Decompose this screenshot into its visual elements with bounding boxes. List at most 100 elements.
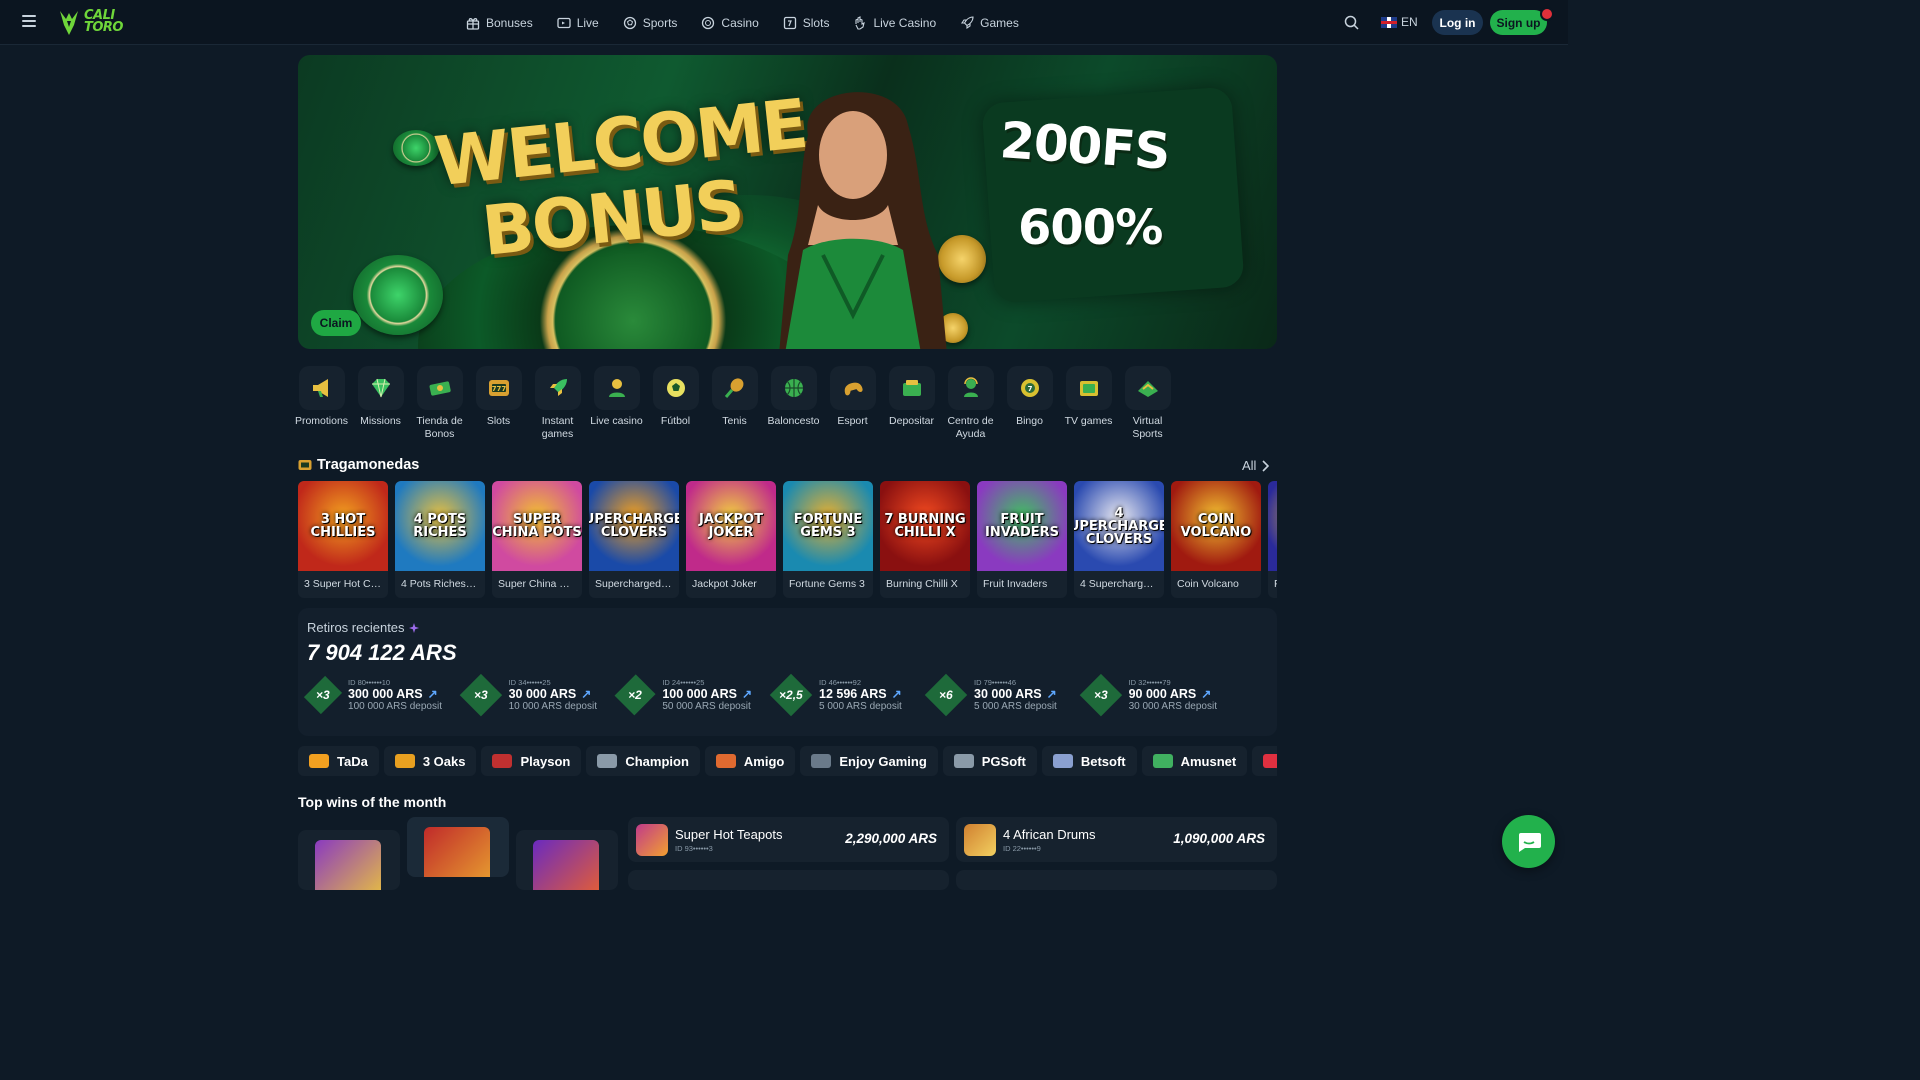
welcome-bonus-banner[interactable]: WELCOME BONUS 200FS 600% (298, 55, 1277, 349)
withdrawal-item: ×3 ID 34••••••25 30 000 ARS ↗ 10 000 ARS dep… (459, 673, 597, 717)
category-missions[interactable]: Missions (357, 366, 404, 441)
arrow-up-right-icon: ↗ (427, 687, 438, 701)
basketball-icon (784, 379, 803, 397)
category-slots[interactable]: 777 Slots (475, 366, 522, 441)
rocket-icon (961, 15, 974, 29)
game-thumbnail: FORTUNE GEMS 3 (783, 481, 873, 571)
provider-chip[interactable]: PGSoft (942, 746, 1037, 776)
game-card[interactable]: JACKPOT JOKER Jackpot Joker (686, 481, 776, 598)
category-instant-games[interactable]: Instant games (534, 366, 581, 441)
category-row: Promotions Missions Tienda de Bonos 777 S… (295, 366, 1171, 441)
slots-all-link[interactable]: All (1242, 458, 1270, 473)
tennis-racket-icon (724, 378, 743, 398)
category-esport[interactable]: Esport (829, 366, 876, 441)
nav-live-casino[interactable]: Live Casino (853, 16, 936, 30)
game-name: Supercharged C... (595, 578, 679, 590)
sparkle-icon (408, 622, 419, 633)
nav-casino[interactable]: Casino (701, 16, 759, 30)
nav-slots[interactable]: Slots (783, 16, 829, 30)
game-card[interactable]: SUPERCHARGED CLOVERS Supercharged C... (589, 481, 679, 598)
game-thumbnail: SUPER CHINA POTS (492, 481, 582, 571)
top-win-row[interactable]: 4 African Drums ID 22••••••9 1,090,000 AR… (956, 817, 1277, 862)
wallet-icon (902, 380, 921, 396)
nav-live[interactable]: Live (557, 16, 599, 30)
category-label: Fútbol (660, 415, 691, 427)
top-win-card[interactable] (516, 830, 618, 890)
category-futbol[interactable]: Fútbol (652, 366, 699, 441)
nav-games[interactable]: Games (960, 16, 1019, 30)
provider-logo-icon (715, 754, 736, 768)
game-thumbnail: 4 SUPERCHARGED CLOVERS (1074, 481, 1164, 571)
menu-icon[interactable] (22, 15, 36, 29)
category-depositar[interactable]: Depositar (888, 366, 935, 441)
provider-logo-icon (811, 754, 832, 768)
top-win-card[interactable] (407, 817, 509, 877)
provider-chip[interactable]: Enjoy Gaming (800, 746, 938, 776)
game-card[interactable]: SUPER CHINA POTS Super China Pots (492, 481, 582, 598)
provider-chip[interactable]: Playson (481, 746, 582, 776)
category-centro-de-ayuda[interactable]: Centro de Ayuda (947, 366, 994, 441)
game-thumbnail: 3 HOT CHILLIES (298, 481, 388, 571)
category-label: Esport (837, 415, 868, 427)
game-name: Fruit Invaders (983, 578, 1048, 590)
multiplier-badge: ×2,5 (769, 673, 813, 717)
provider-logo-icon (1263, 754, 1277, 768)
game-card[interactable]: F (1268, 481, 1277, 598)
chat-support-button[interactable] (1502, 815, 1555, 868)
category-bingo[interactable]: 7 Bingo (1006, 366, 1053, 441)
game-thumbnail: 7 BURNING CHILLI X (880, 481, 970, 571)
top-win-row[interactable]: Super Hot Teapots ID 93••••••3 2,290,000 … (628, 817, 949, 862)
category-baloncesto[interactable]: Baloncesto (768, 366, 819, 441)
claim-button[interactable]: Claim (311, 310, 361, 336)
main-nav: Bonuses Live Sports Casino Slots Live Ca… (466, 0, 1019, 45)
game-card[interactable]: 4 SUPERCHARGED CLOVERS 4 Supercharged... (1074, 481, 1164, 598)
multiplier-badge: ×3 (303, 675, 343, 715)
game-card[interactable]: 3 HOT CHILLIES 3 Super Hot Chi... (298, 481, 388, 598)
category-tienda-de-bonos[interactable]: Tienda de Bonos (416, 366, 463, 441)
search-icon[interactable] (1344, 15, 1359, 30)
game-thumbnail-title: JACKPOT JOKER (699, 512, 763, 540)
nav-sports[interactable]: Sports (623, 16, 677, 30)
withdrawal-deposit: 50 000 ARS deposit (662, 701, 751, 712)
language-selector[interactable]: EN (1381, 15, 1418, 29)
login-button[interactable]: Log in (1432, 10, 1483, 35)
provider-chip[interactable]: Amusnet (1141, 746, 1248, 776)
game-card[interactable]: 4 POTS RICHES 4 Pots Riches: ... (395, 481, 485, 598)
site-logo[interactable]: CALI TORO (58, 7, 123, 37)
top-win-row[interactable] (956, 870, 1277, 890)
game-card[interactable]: FORTUNE GEMS 3 Fortune Gems 3 (783, 481, 873, 598)
svg-text:7: 7 (1027, 385, 1032, 393)
chevron-right-icon (1262, 459, 1270, 472)
withdrawal-item: ×2 ID 24••••••25 100 000 ARS ↗ 50 000 ARS de… (614, 674, 752, 716)
withdrawal-player-id: ID 32••••••79 (1128, 678, 1171, 687)
category-virtual-sports[interactable]: Virtual Sports (1124, 366, 1171, 441)
top-header: CALI TORO Bonuses Live Sports Casino Slot… (0, 0, 1568, 45)
signup-button[interactable]: Sign up (1490, 10, 1547, 35)
category-promotions[interactable]: Promotions (295, 366, 348, 441)
nav-bonuses[interactable]: Bonuses (466, 16, 533, 30)
multiplier-value: ×3 (473, 688, 488, 702)
bonus-percent-text: 600% (1018, 200, 1163, 256)
category-live-casino[interactable]: Live casino (590, 366, 643, 441)
game-card[interactable]: FRUIT INVADERS Fruit Invaders (977, 481, 1067, 598)
category-tenis[interactable]: Tenis (711, 366, 758, 441)
provider-chip[interactable]: Amigo (704, 746, 796, 776)
category-tv-games[interactable]: TV games (1065, 366, 1112, 441)
multiplier-value: ×2,5 (779, 687, 803, 702)
provider-chip[interactable]: 3 Oaks (383, 746, 477, 776)
top-win-row[interactable] (628, 870, 949, 890)
provider-chip[interactable]: Betsoft (1041, 746, 1137, 776)
tv-icon (1079, 381, 1098, 396)
provider-chip[interactable]: TaDa (298, 746, 379, 776)
game-card[interactable]: 7 BURNING CHILLI X Burning Chilli X (880, 481, 970, 598)
provider-chip[interactable]: Champion (586, 746, 700, 776)
provider-name: PGSoft (981, 753, 1026, 769)
category-label: Slots (486, 415, 511, 427)
top-win-amount: 1,090,000 ARS (1173, 831, 1265, 846)
game-card[interactable]: COIN VOLCANO Coin Volcano (1171, 481, 1261, 598)
top-win-card[interactable] (298, 830, 400, 890)
game-thumbnail: SUPERCHARGED CLOVERS (589, 481, 679, 571)
category-label: Virtual Sports (1132, 415, 1163, 440)
provider-chip[interactable]: SmartS (1252, 746, 1277, 776)
withdrawal-amount: 100 000 ARS (662, 687, 737, 701)
